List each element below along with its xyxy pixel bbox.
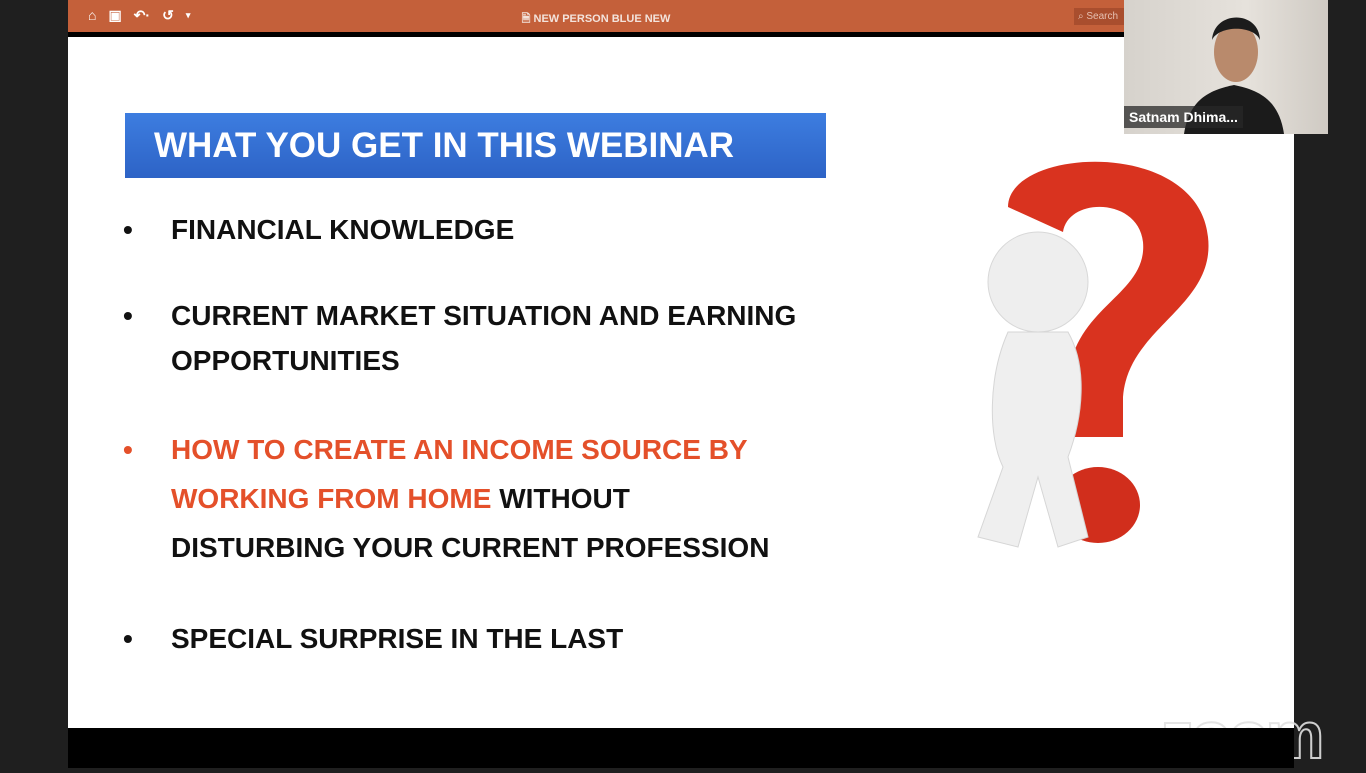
bullet-dot: •	[123, 434, 133, 465]
bullet-line: CURRENT MARKET SITUATION AND EARNING	[171, 300, 797, 331]
bullet-line: WITHOUT	[491, 483, 630, 514]
bottom-bar	[68, 728, 1294, 768]
slide-heading: WHAT YOU GET IN THIS WEBINAR	[125, 113, 826, 178]
presentation-toolbar: ⌂ ▣ ↶· ↺ ▾ 🗎 NEW PERSON BLUE NEW ⌕ Searc…	[68, 0, 1124, 32]
participant-name: Satnam Dhima...	[1124, 106, 1243, 128]
bullet-text: FINANCIAL KNOWLEDGE	[171, 214, 515, 245]
bullet-dot: •	[123, 623, 133, 654]
highlight-text: HOW TO CREATE AN INCOME SOURCE BY	[171, 434, 748, 465]
highlight-text: WORKING FROM HOME	[171, 483, 492, 514]
bullet-line: DISTURBING YOUR CURRENT PROFESSION	[171, 532, 770, 563]
bullet-text: HOW TO CREATE AN INCOME SOURCE BY WORKIN…	[171, 425, 769, 572]
bullet-dot: •	[123, 300, 133, 331]
search-input[interactable]: ⌕ Search	[1074, 8, 1124, 25]
figure-head	[987, 231, 1089, 333]
document-title-text: NEW PERSON BLUE NEW	[533, 13, 671, 25]
bullet-text: SPECIAL SURPRISE IN THE LAST	[171, 623, 624, 654]
question-mark-figure-illustration	[977, 161, 1209, 548]
participant-video[interactable]: Satnam Dhima...	[1124, 0, 1328, 134]
bullet-text: CURRENT MARKET SITUATION AND EARNING OPP…	[171, 293, 796, 383]
figure-body	[977, 331, 1089, 548]
bullet-dot: •	[123, 214, 133, 245]
slide: WHAT YOU GET IN THIS WEBINAR • FINANCIAL…	[68, 37, 1325, 773]
search-placeholder: Search	[1086, 11, 1119, 22]
document-title: 🗎 NEW PERSON BLUE NEW	[521, 13, 671, 25]
bullet-line: OPPORTUNITIES	[171, 345, 400, 376]
